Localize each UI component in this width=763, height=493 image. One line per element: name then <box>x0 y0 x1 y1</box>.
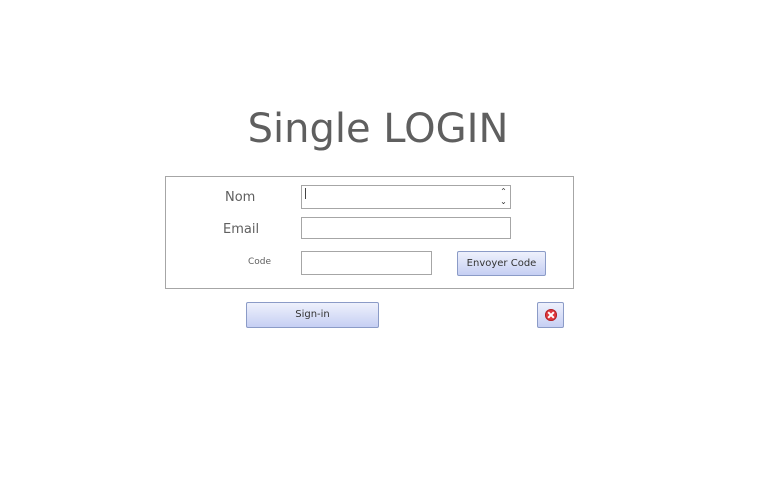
chevron-down-icon[interactable]: ⌄ <box>499 197 508 207</box>
nom-label: Nom <box>225 190 256 205</box>
page-title: Single LOGIN <box>247 106 509 152</box>
text-caret <box>305 188 306 199</box>
nom-field[interactable]: ⌃ ⌄ <box>301 185 511 209</box>
scroll-spinner[interactable]: ⌃ ⌄ <box>499 187 508 207</box>
email-label: Email <box>223 222 260 237</box>
send-code-button[interactable]: Envoyer Code <box>457 251 546 276</box>
code-field[interactable] <box>301 251 432 275</box>
email-field[interactable] <box>301 217 511 239</box>
code-label: Code <box>248 257 272 267</box>
login-form: Nom ⌃ ⌄ Email Code Envoyer Code <box>165 176 574 289</box>
signin-button[interactable]: Sign-in <box>246 302 379 328</box>
login-page: Single LOGIN Nom ⌃ ⌄ Email Code Envoyer … <box>0 0 763 493</box>
close-circle-icon <box>545 309 557 321</box>
chevron-up-icon[interactable]: ⌃ <box>499 187 508 197</box>
close-button[interactable] <box>537 302 564 328</box>
